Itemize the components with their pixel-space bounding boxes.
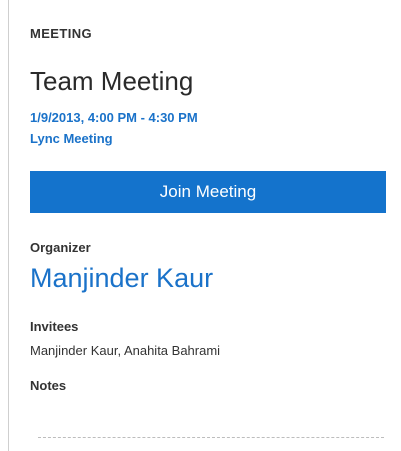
invitees-list: Manjinder Kaur, Anahita Bahrami <box>30 343 221 358</box>
pane-left-border <box>8 0 9 451</box>
divider <box>38 437 384 438</box>
meeting-datetime: 1/9/2013, 4:00 PM - 4:30 PM <box>30 110 198 125</box>
notes-label: Notes <box>30 378 67 393</box>
invitees-label: Invitees <box>30 319 79 334</box>
section-header: MEETING <box>30 26 93 41</box>
meeting-title: Team Meeting <box>30 66 194 96</box>
join-meeting-button[interactable]: Join Meeting <box>30 171 386 213</box>
organizer-name-link[interactable]: Manjinder Kaur <box>30 263 213 294</box>
meeting-type: Lync Meeting <box>30 131 113 146</box>
organizer-label: Organizer <box>30 240 91 255</box>
